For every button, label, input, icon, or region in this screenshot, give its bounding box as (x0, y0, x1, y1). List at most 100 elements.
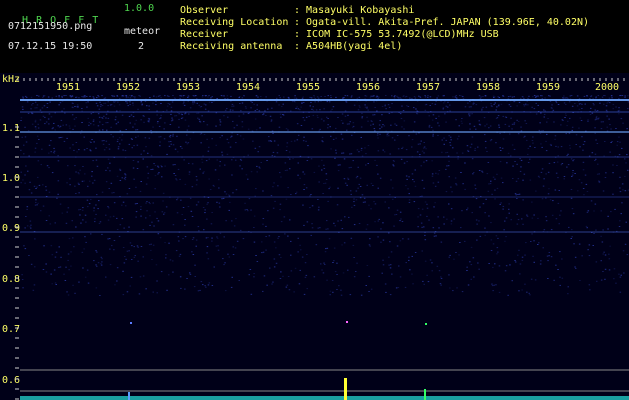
noise-dot (211, 240, 213, 242)
noise-dot (282, 103, 284, 105)
noise-dot (125, 101, 127, 103)
noise-dot (344, 115, 347, 117)
noise-dot (439, 283, 442, 285)
noise-dot (24, 227, 26, 229)
noise-dot (303, 119, 306, 121)
noise-dot (448, 203, 450, 205)
noise-dot (23, 153, 25, 155)
noise-dot (283, 96, 285, 98)
noise-dot (417, 216, 419, 218)
noise-dot (260, 96, 262, 97)
noise-dot (445, 191, 448, 193)
noise-dot (616, 141, 619, 143)
noise-dot (219, 165, 221, 167)
noise-dot (284, 162, 287, 164)
noise-dot (328, 188, 330, 190)
noise-dot (208, 146, 210, 148)
noise-dot (394, 214, 396, 216)
noise-dot (552, 109, 555, 111)
noise-dot (156, 292, 158, 294)
noise-dot (98, 129, 101, 131)
noise-dot (117, 146, 120, 148)
noise-dot (312, 109, 315, 111)
noise-dot (219, 232, 222, 234)
noise-dot (28, 189, 31, 191)
noise-dot (378, 96, 380, 98)
noise-dot (38, 139, 40, 140)
noise-dot (142, 256, 144, 258)
noise-dot (148, 108, 150, 110)
noise-dot (226, 153, 229, 155)
noise-dot (54, 282, 57, 284)
noise-dot (62, 124, 64, 126)
noise-dot (567, 164, 570, 166)
noise-dot (403, 95, 405, 97)
noise-dot (597, 163, 599, 165)
noise-dot (279, 278, 282, 279)
noise-dot (388, 106, 391, 108)
noise-dot (622, 250, 625, 252)
noise-dot (211, 212, 213, 213)
noise-dot (424, 201, 427, 203)
noise-dot (313, 171, 316, 173)
noise-dot (434, 103, 437, 105)
noise-dot (431, 103, 434, 105)
noise-dot (326, 101, 329, 103)
noise-dot (72, 103, 74, 104)
noise-dot (96, 194, 98, 196)
noise-dot (546, 255, 549, 257)
noise-dot (569, 117, 571, 119)
noise-dot (571, 208, 574, 210)
noise-dot (401, 105, 403, 107)
noise-dot (461, 210, 463, 212)
noise-dot (583, 95, 586, 97)
noise-dot (197, 226, 200, 228)
noise-dot (424, 234, 426, 236)
noise-dot (406, 105, 408, 107)
noise-dot (125, 95, 128, 96)
noise-dot (612, 193, 614, 195)
noise-dot (197, 117, 199, 119)
noise-dot (524, 254, 526, 256)
noise-dot (469, 146, 472, 148)
noise-dot (256, 108, 258, 110)
noise-dot (468, 106, 471, 108)
noise-dot (84, 276, 87, 278)
noise-dot (322, 141, 324, 143)
noise-dot (428, 126, 431, 128)
noise-dot (266, 284, 268, 286)
noise-dot (232, 192, 234, 194)
noise-dot (240, 159, 243, 161)
noise-dot (349, 190, 352, 192)
noise-dot (109, 162, 111, 164)
noise-dot (247, 112, 250, 114)
noise-dot (155, 264, 158, 266)
noise-dot (210, 223, 213, 225)
noise-dot (495, 109, 497, 111)
noise-dot (595, 158, 597, 160)
time-tick-label: 1952 (116, 82, 140, 93)
noise-dot (414, 185, 417, 187)
noise-dot (561, 277, 564, 279)
noise-dot (278, 126, 281, 128)
noise-dot (34, 107, 36, 109)
noise-dot (498, 104, 500, 106)
noise-dot (331, 108, 333, 110)
noise-dot (244, 209, 247, 211)
noise-dot (170, 110, 173, 112)
noise-dot (352, 244, 355, 246)
noise-dot (379, 128, 381, 130)
noise-dot (523, 104, 525, 106)
noise-dot (67, 253, 70, 255)
noise-dot (305, 140, 307, 142)
noise-dot (572, 213, 575, 215)
noise-dot (312, 114, 315, 116)
noise-dot (207, 202, 209, 204)
noise-dot (68, 125, 71, 127)
noise-dot (238, 96, 241, 98)
noise-dot (480, 96, 482, 98)
noise-dot (541, 198, 544, 200)
noise-dot (407, 238, 410, 240)
noise-dot (235, 142, 237, 144)
noise-dot (600, 121, 603, 123)
